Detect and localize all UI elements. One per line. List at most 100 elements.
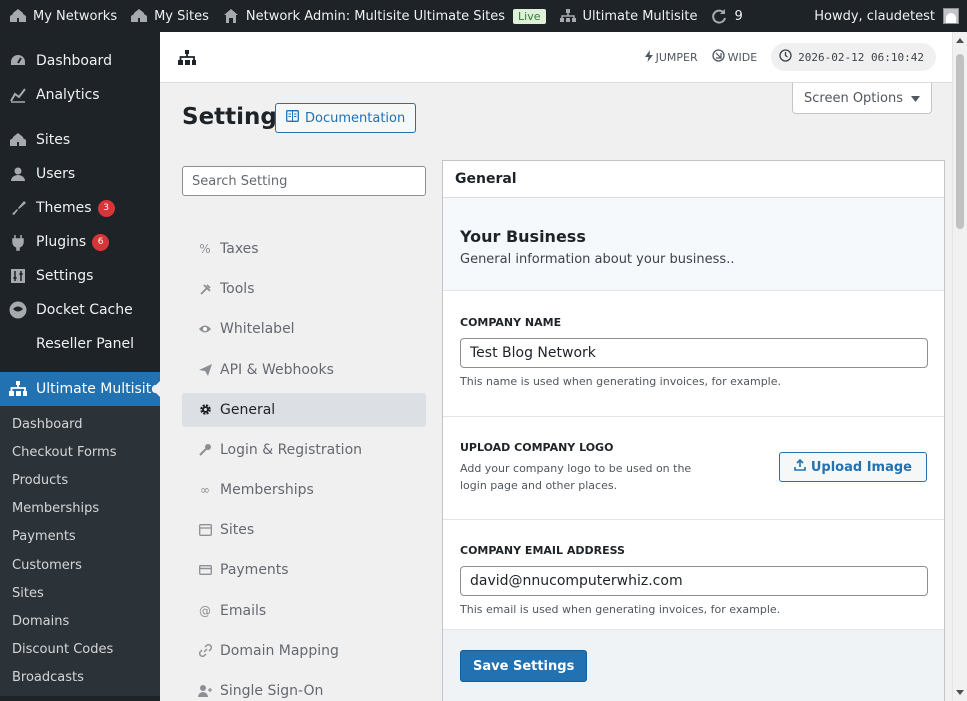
my-sites-link[interactable]: My Sites [123,0,215,32]
settings-nav-payments[interactable]: Payments [182,550,426,590]
submenu-item-discount-codes[interactable]: Discount Codes [0,636,160,664]
submenu-item-products[interactable]: Products [0,466,160,494]
admin-bar: My Networks My Sites Network Admin: Mult… [0,0,967,32]
company-name-help: This name is used when generating invoic… [460,375,782,388]
my-sites-icon [129,6,149,26]
company-email-field: Company Email Address This email is used… [443,520,944,630]
screen-options-label: Screen Options [804,90,903,106]
business-section-header: Your Business General information about … [443,198,944,291]
scrollbar-thumb[interactable] [956,54,964,229]
sidebar-item-themes[interactable]: Themes 3 [0,191,160,225]
credit-card-icon [198,563,212,577]
sidebar-item-label: Sites [36,132,71,148]
user-login-icon [198,684,212,698]
settings-nav-general[interactable]: General [182,392,426,427]
sidebar-item-users[interactable]: Users [0,157,160,191]
ultimate-multisite-submenu: Dashboard Checkout Forms Products Member… [0,406,160,696]
themes-update-badge: 3 [97,199,115,217]
plugins-icon [8,232,28,252]
upload-image-label: Upload Image [810,459,912,475]
scroll-down-arrow-icon[interactable] [956,690,964,695]
sidebar-item-settings[interactable]: Settings [0,259,160,293]
avatar [943,8,959,24]
percent-icon: % [199,242,211,257]
sidebar-item-label: Themes [36,200,92,216]
submenu-item-sites[interactable]: Sites [0,579,160,607]
sidebar-item-plugins[interactable]: Plugins 6 [0,225,160,259]
network-icon [8,379,28,399]
sidebar-item-label: Docket Cache [36,302,133,318]
company-logo-field: Upload Company Logo Add your company log… [443,417,944,520]
home-icon [221,6,241,26]
link-icon [198,644,212,658]
submenu-item-checkout-forms[interactable]: Checkout Forms [0,438,160,466]
documentation-button[interactable]: Documentation [275,103,417,133]
sidebar-item-label: Reseller Panel [36,336,134,352]
settings-nav-label: Emails [220,602,267,619]
upload-image-button[interactable]: Upload Image [778,452,927,482]
settings-nav-taxes[interactable]: % Taxes [182,229,426,269]
updates-link[interactable]: 9 [703,0,748,32]
settings-nav-domain-mapping[interactable]: Domain Mapping [182,631,426,671]
network-icon [177,49,197,71]
scroll-up-arrow-icon[interactable] [956,38,964,43]
settings-nav-label: API & Webhooks [220,361,334,378]
browser-icon [198,523,212,537]
settings-nav-single-sign-on[interactable]: Single Sign-On [182,671,426,701]
gear-icon [198,403,212,417]
send-icon [198,363,212,377]
sidebar-item-label: Ultimate Multisite [36,381,160,397]
jumper-button[interactable]: JUMPER [644,49,698,65]
admin-sidebar: Dashboard Analytics Sites Users Themes 3… [0,32,160,701]
wide-toggle[interactable]: WIDE [711,49,757,65]
account-menu[interactable]: Howdy, claudetest [814,0,967,32]
submenu-item-customers[interactable]: Customers [0,551,160,579]
settings-nav-sites[interactable]: Sites [182,510,426,550]
settings-nav-whitelabel[interactable]: Whitelabel [182,309,426,349]
sidebar-item-reseller-panel[interactable]: Reseller Panel [0,327,160,361]
server-clock: 2026-02-12 06:10:42 [771,43,936,71]
sidebar-item-label: Analytics [36,87,100,103]
page-scrollbar[interactable] [952,32,967,701]
my-networks-link[interactable]: My Networks [0,0,123,32]
docket-cache-icon [8,300,28,320]
settings-nav-label: Domain Mapping [220,642,339,659]
ultimate-multisite-link[interactable]: Ultimate Multisite [552,0,704,32]
sidebar-item-sites[interactable]: Sites [0,123,160,157]
settings-nav-memberships[interactable]: ∞ Memberships [182,470,426,510]
settings-nav-emails[interactable]: @ Emails [182,591,426,631]
company-name-input[interactable] [460,338,928,368]
screen-options-button[interactable]: Screen Options [792,83,932,114]
eye-icon [198,322,212,336]
submenu-item-domains[interactable]: Domains [0,607,160,635]
sidebar-item-analytics[interactable]: Analytics [0,78,160,112]
sidebar-item-docket-cache[interactable]: Docket Cache [0,293,160,327]
network-icon [558,6,578,26]
business-title: Your Business [460,227,586,246]
company-name-label: Company Name [460,316,562,329]
network-admin-link[interactable]: Network Admin: Multisite Ultimate Sites … [215,0,552,32]
company-email-input[interactable] [460,566,928,596]
submenu-item-broadcasts[interactable]: Broadcasts [0,664,160,692]
sidebar-item-dashboard[interactable]: Dashboard [0,44,160,78]
lightning-icon [644,49,653,65]
company-name-field: Company Name This name is used when gene… [443,291,944,417]
my-sites-label: My Sites [154,8,209,24]
sidebar-item-label: Users [36,166,76,182]
save-settings-button[interactable]: Save Settings [460,650,588,682]
submenu-item-payments[interactable]: Payments [0,523,160,551]
settings-nav-api-webhooks[interactable]: API & Webhooks [182,350,426,390]
settings-nav-label: Login & Registration [220,441,363,458]
submenu-item-dashboard[interactable]: Dashboard [0,410,160,438]
company-email-label: Company Email Address [460,544,625,557]
settings-nav-tools[interactable]: Tools [182,269,426,309]
sidebar-item-label: Settings [36,268,94,284]
settings-nav-login-registration[interactable]: Login & Registration [182,430,426,470]
expand-circle-icon [711,49,725,65]
sidebar-item-ultimate-multisite[interactable]: Ultimate Multisite [0,372,160,406]
submenu-item-memberships[interactable]: Memberships [0,495,160,523]
search-setting-input[interactable] [182,166,426,196]
analytics-icon [8,85,28,105]
dashboard-icon [8,51,28,71]
sites-icon [8,130,28,150]
